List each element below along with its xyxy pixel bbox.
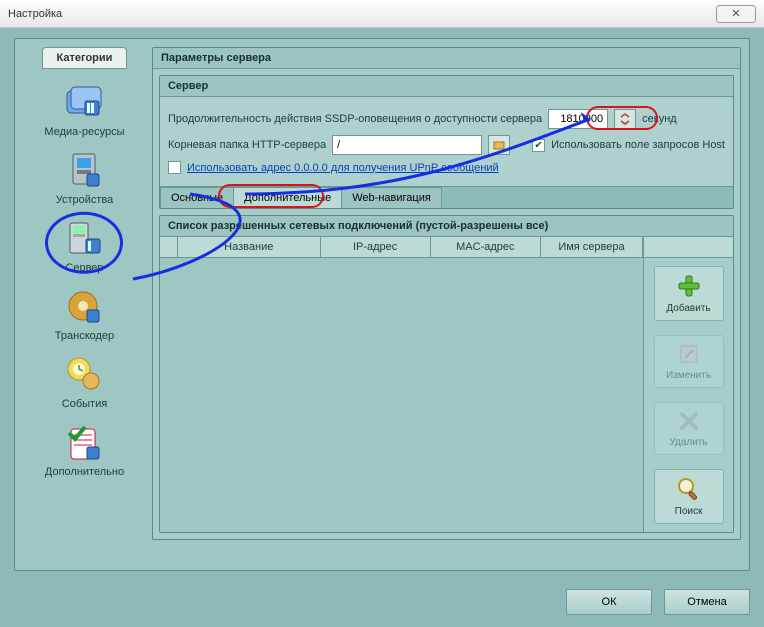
add-button[interactable]: Добавить [654,266,724,321]
use-host-checkbox[interactable] [532,139,545,152]
search-button[interactable]: Поиск [654,469,724,524]
cancel-button[interactable]: Отмена [664,589,750,615]
sidebar-label: События [62,398,107,410]
sidebar-label: Устройства [56,194,114,206]
categories-header: Категории [42,47,128,69]
edit-icon [677,342,701,366]
server-parameters-group: Параметры сервера Сервер Продолжительнос… [152,47,741,540]
edit-label: Изменить [666,370,711,381]
sidebar-item-events[interactable]: События [60,352,108,410]
server-tabs: Основные Дополнительные Web-навигация [160,186,733,208]
ssdp-unit: секунд [642,113,677,125]
cancel-label: Отмена [687,596,726,608]
plus-icon [676,273,702,299]
sidebar-item-transcoder[interactable]: Транскодер [55,284,114,342]
ok-label: ОК [602,596,617,608]
col-ip[interactable]: IP-адрес [321,237,431,257]
use-anyaddr-label[interactable]: Использовать адрес 0.0.0.0 для получения… [187,162,499,174]
edit-button: Изменить [654,335,724,388]
advanced-icon [60,420,108,464]
table-header: Название IP-адрес MAC-адрес Имя сервера [160,237,733,258]
sidebar-item-server[interactable]: Сервер [60,216,108,274]
use-anyaddr-checkbox[interactable] [168,161,181,174]
browse-button[interactable] [488,135,510,155]
col-expand [160,237,178,257]
window-title: Настройка [8,8,62,20]
use-host-label: Использовать поле запросов Host [551,139,725,151]
delete-label: Удалить [669,437,707,448]
sidebar-label: Транскодер [55,330,114,342]
panel-title: Параметры сервера [153,48,740,69]
tab-basic[interactable]: Основные [160,187,234,208]
close-button[interactable]: ✕ [716,5,756,23]
sidebar-item-media[interactable]: Медиа-ресурсы [44,80,124,138]
search-icon [676,476,702,502]
ssdp-label: Продолжительность действия SSDP-оповещен… [168,113,542,125]
ok-button[interactable]: ОК [566,589,652,615]
add-label: Добавить [666,303,710,314]
close-icon: ✕ [731,7,740,20]
col-mac[interactable]: MAC-адрес [431,237,541,257]
main-panel: Параметры сервера Сервер Продолжительнос… [152,47,741,562]
events-icon [60,352,108,396]
connections-list [160,258,643,532]
sidebar-label: Дополнительно [45,466,124,478]
media-icon [60,80,108,124]
ssdp-duration-input[interactable] [548,109,608,129]
delete-button: Удалить [654,402,724,455]
sidebar-item-advanced[interactable]: Дополнительно [45,420,124,478]
server-group-title: Сервер [160,76,733,97]
col-name[interactable]: Название [178,237,321,257]
sidebar-label: Сервер [65,262,103,274]
tab-advanced[interactable]: Дополнительные [233,187,342,208]
tab-webnav[interactable]: Web-навигация [341,187,442,208]
devices-icon [60,148,108,192]
http-root-label: Корневая папка HTTP-сервера [168,139,326,151]
delete-icon [677,409,701,433]
search-label: Поиск [675,506,703,517]
ssdp-spinner-button[interactable] [614,109,636,129]
server-icon [60,216,108,260]
col-host[interactable]: Имя сервера [541,237,643,257]
connections-title: Список разрешенных сетевых подключений (… [160,216,733,237]
sidebar-item-devices[interactable]: Устройства [56,148,114,206]
sidebar: Категории Медиа-ресурсы Устройства Серве… [23,47,146,562]
http-root-input[interactable] [332,135,482,155]
transcoder-icon [60,284,108,328]
sidebar-label: Медиа-ресурсы [44,126,124,138]
actions-pane: Добавить Изменить Удалить [643,258,733,532]
